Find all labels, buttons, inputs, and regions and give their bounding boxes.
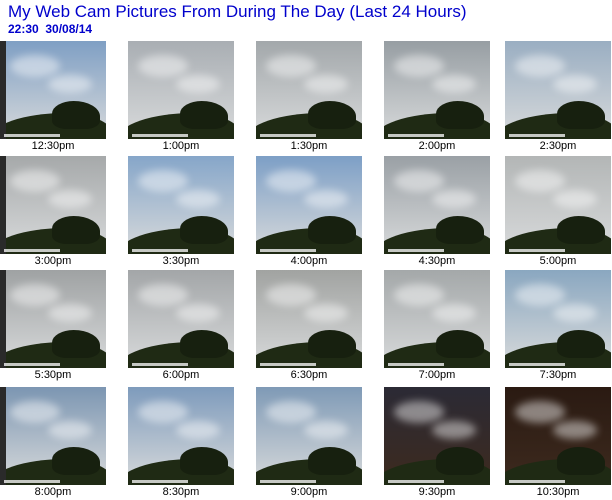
webcam-thumbnail[interactable]: 6:00pm: [128, 270, 234, 382]
webcam-thumbnail[interactable]: 1:00pm: [128, 41, 234, 153]
webcam-thumbnail[interactable]: 2:30pm: [505, 41, 611, 153]
webcam-thumbnail[interactable]: 8:30pm: [128, 387, 234, 499]
webcam-image[interactable]: [0, 156, 106, 254]
webcam-thumbnail[interactable]: 7:00pm: [384, 270, 490, 382]
webcam-image[interactable]: [256, 41, 362, 139]
webcam-thumbnail[interactable]: 5:00pm: [505, 156, 611, 268]
thumbnail-time-label: 7:00pm: [418, 369, 456, 381]
webcam-thumbnail[interactable]: 10:30pm: [505, 387, 611, 499]
webcam-image[interactable]: [256, 156, 362, 254]
webcam-image[interactable]: [256, 270, 362, 368]
date-value: 30/08/14: [45, 22, 93, 36]
webcam-thumbnail[interactable]: 7:30pm: [505, 270, 611, 382]
webcam-image[interactable]: [0, 270, 106, 368]
thumbnail-time-label: 1:00pm: [162, 140, 200, 152]
page-header: My Web Cam Pictures From During The Day …: [8, 2, 467, 36]
webcam-thumbnail[interactable]: 9:30pm: [384, 387, 490, 499]
webcam-thumbnail[interactable]: 4:30pm: [384, 156, 490, 268]
webcam-image[interactable]: [0, 387, 106, 485]
thumbnail-time-label: 8:00pm: [34, 486, 72, 498]
webcam-image[interactable]: [505, 156, 611, 254]
webcam-image[interactable]: [384, 270, 490, 368]
timestamp: 22:30 30/08/14: [8, 22, 467, 36]
thumbnail-time-label: 4:00pm: [290, 255, 328, 267]
thumbnail-time-label: 6:00pm: [162, 369, 200, 381]
webcam-thumbnail[interactable]: 6:30pm: [256, 270, 362, 382]
webcam-thumbnail[interactable]: 2:00pm: [384, 41, 490, 153]
webcam-image[interactable]: [384, 41, 490, 139]
webcam-image[interactable]: [384, 156, 490, 254]
webcam-image[interactable]: [128, 387, 234, 485]
thumbnail-time-label: 3:00pm: [34, 255, 72, 267]
webcam-thumbnail[interactable]: 3:00pm: [0, 156, 106, 268]
thumbnail-time-label: 2:00pm: [418, 140, 456, 152]
thumbnail-time-label: 4:30pm: [418, 255, 456, 267]
webcam-image[interactable]: [256, 387, 362, 485]
webcam-image[interactable]: [505, 41, 611, 139]
webcam-thumbnail[interactable]: 8:00pm: [0, 387, 106, 499]
webcam-image[interactable]: [384, 387, 490, 485]
thumbnail-time-label: 7:30pm: [539, 369, 577, 381]
webcam-image[interactable]: [0, 41, 106, 139]
thumbnail-time-label: 8:30pm: [162, 486, 200, 498]
webcam-thumbnail[interactable]: 5:30pm: [0, 270, 106, 382]
thumbnail-time-label: 3:30pm: [162, 255, 200, 267]
time-value: 22:30: [8, 22, 39, 36]
thumbnail-time-label: 12:30pm: [31, 140, 75, 152]
thumbnail-time-label: 2:30pm: [539, 140, 577, 152]
thumbnail-time-label: 6:30pm: [290, 369, 328, 381]
webcam-thumbnail[interactable]: 4:00pm: [256, 156, 362, 268]
thumbnail-time-label: 9:00pm: [290, 486, 328, 498]
thumbnail-time-label: 10:30pm: [536, 486, 580, 498]
thumbnail-time-label: 5:00pm: [539, 255, 577, 267]
thumbnail-time-label: 9:30pm: [418, 486, 456, 498]
webcam-thumbnail[interactable]: 3:30pm: [128, 156, 234, 268]
webcam-thumbnail[interactable]: 12:30pm: [0, 41, 106, 153]
thumbnail-time-label: 5:30pm: [34, 369, 72, 381]
webcam-thumbnail[interactable]: 1:30pm: [256, 41, 362, 153]
webcam-image[interactable]: [505, 387, 611, 485]
page-title: My Web Cam Pictures From During The Day …: [8, 2, 467, 21]
webcam-image[interactable]: [505, 270, 611, 368]
webcam-image[interactable]: [128, 270, 234, 368]
thumbnail-time-label: 1:30pm: [290, 140, 328, 152]
webcam-thumbnail[interactable]: 9:00pm: [256, 387, 362, 499]
webcam-image[interactable]: [128, 41, 234, 139]
webcam-image[interactable]: [128, 156, 234, 254]
